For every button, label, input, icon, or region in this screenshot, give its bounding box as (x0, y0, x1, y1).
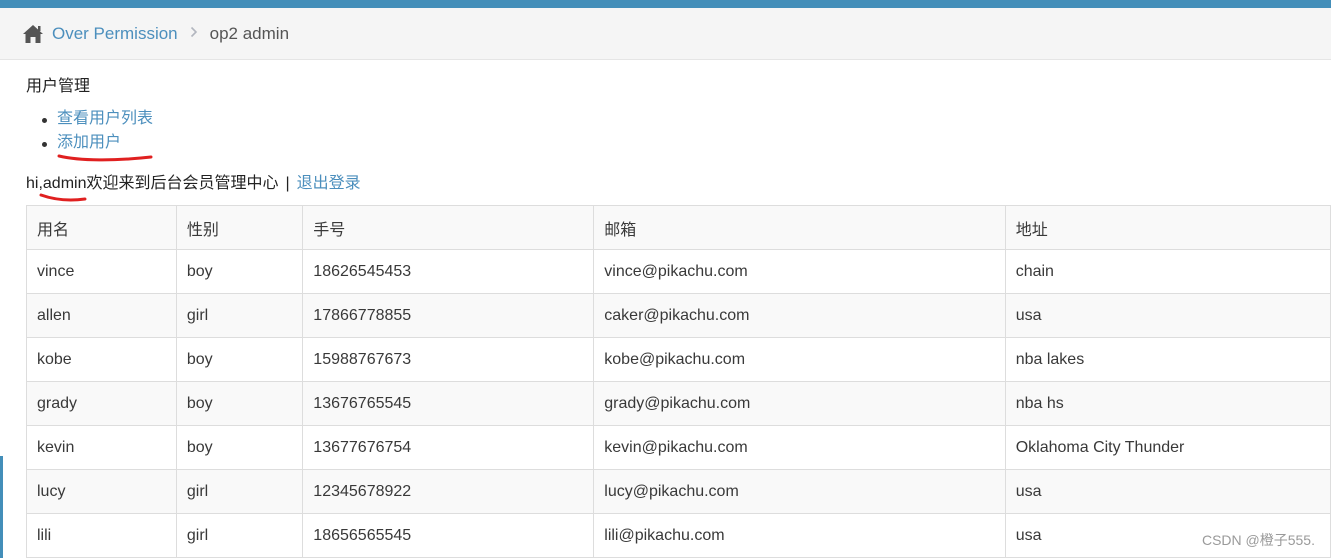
breadcrumb-separator-icon (190, 25, 198, 42)
column-header-phone: 手号 (302, 205, 595, 250)
cell-phone: 17866778855 (302, 293, 595, 338)
cell-gender: girl (175, 293, 304, 338)
add-user-link[interactable]: 添加用户 (57, 134, 121, 151)
watermark: CSDN @橙子555. (1201, 532, 1315, 548)
cell-phone: 12345678922 (302, 469, 595, 514)
cell-username: kevin (26, 425, 177, 470)
logout-link[interactable]: 退出登录 (297, 175, 361, 192)
column-header-username: 用名 (26, 205, 177, 250)
cell-username: lili (26, 513, 177, 558)
cell-email: kevin@pikachu.com (593, 425, 1006, 470)
view-user-list-link[interactable]: 查看用户列表 (57, 110, 153, 127)
welcome-text: hi,admin欢迎来到后台会员管理中心 (26, 175, 279, 192)
menu-item-add-user: 添加用户 (38, 132, 153, 156)
cell-phone: 18626545453 (302, 249, 595, 294)
cell-gender: girl (175, 513, 304, 558)
cell-email: caker@pikachu.com (593, 293, 1006, 338)
cell-address: nba hs (1004, 381, 1331, 426)
cell-gender: boy (175, 381, 304, 426)
table-row: allen girl 17866778855 caker@pikachu.com… (26, 293, 1331, 338)
cell-address: Oklahoma City Thunder (1004, 425, 1331, 470)
table-row: lucy girl 12345678922 lucy@pikachu.com u… (26, 469, 1331, 514)
cell-phone: 13676765545 (302, 381, 595, 426)
breadcrumb: Over Permission op2 admin (0, 8, 1331, 60)
table-row: kevin boy 13677676754 kevin@pikachu.com … (26, 425, 1331, 470)
cell-gender: boy (175, 249, 304, 294)
breadcrumb-current: op2 admin (209, 23, 290, 43)
column-header-gender: 性别 (175, 205, 304, 250)
cell-gender: boy (175, 337, 304, 382)
sidebar-edge (0, 456, 3, 558)
cell-gender: boy (175, 425, 304, 470)
cell-email: grady@pikachu.com (593, 381, 1006, 426)
cell-address: chain (1004, 249, 1331, 294)
cell-address: nba lakes (1004, 337, 1331, 382)
cell-username: allen (26, 293, 177, 338)
cell-email: kobe@pikachu.com (593, 337, 1006, 382)
user-menu: 查看用户列表 添加用户 (38, 108, 153, 156)
top-accent-bar (0, 0, 1331, 8)
table-row: lili girl 18656565545 lili@pikachu.com u… (26, 513, 1331, 558)
cell-username: lucy (26, 469, 177, 514)
cell-phone: 15988767673 (302, 337, 595, 382)
cell-phone: 13677676754 (302, 425, 595, 470)
cell-username: vince (26, 249, 177, 294)
cell-username: kobe (26, 337, 177, 382)
welcome-separator: | (285, 175, 290, 192)
welcome-line: hi,admin欢迎来到后台会员管理中心 | 退出登录 (26, 169, 361, 193)
user-table: 用名 性别 手号 邮箱 地址 vince boy 18626545453 vin… (26, 205, 1331, 558)
table-header-row: 用名 性别 手号 邮箱 地址 (26, 205, 1331, 250)
table-row: kobe boy 15988767673 kobe@pikachu.com nb… (26, 337, 1331, 382)
home-icon[interactable] (22, 24, 44, 44)
cell-email: lili@pikachu.com (593, 513, 1006, 558)
cell-username: grady (26, 381, 177, 426)
cell-address: usa (1004, 469, 1331, 514)
column-header-email: 邮箱 (593, 205, 1006, 250)
annotation-underline-add-user (57, 154, 153, 162)
cell-gender: girl (175, 469, 304, 514)
column-header-address: 地址 (1004, 205, 1331, 250)
annotation-underline-admin (39, 193, 87, 202)
cell-email: vince@pikachu.com (593, 249, 1006, 294)
cell-phone: 18656565545 (302, 513, 595, 558)
cell-email: lucy@pikachu.com (593, 469, 1006, 514)
section-title: 用户管理 (26, 78, 91, 95)
cell-address: usa (1004, 293, 1331, 338)
table-row: vince boy 18626545453 vince@pikachu.com … (26, 249, 1331, 294)
breadcrumb-link-over-permission[interactable]: Over Permission (52, 24, 178, 44)
table-row: grady boy 13676765545 grady@pikachu.com … (26, 381, 1331, 426)
menu-item-view-users: 查看用户列表 (38, 108, 153, 132)
